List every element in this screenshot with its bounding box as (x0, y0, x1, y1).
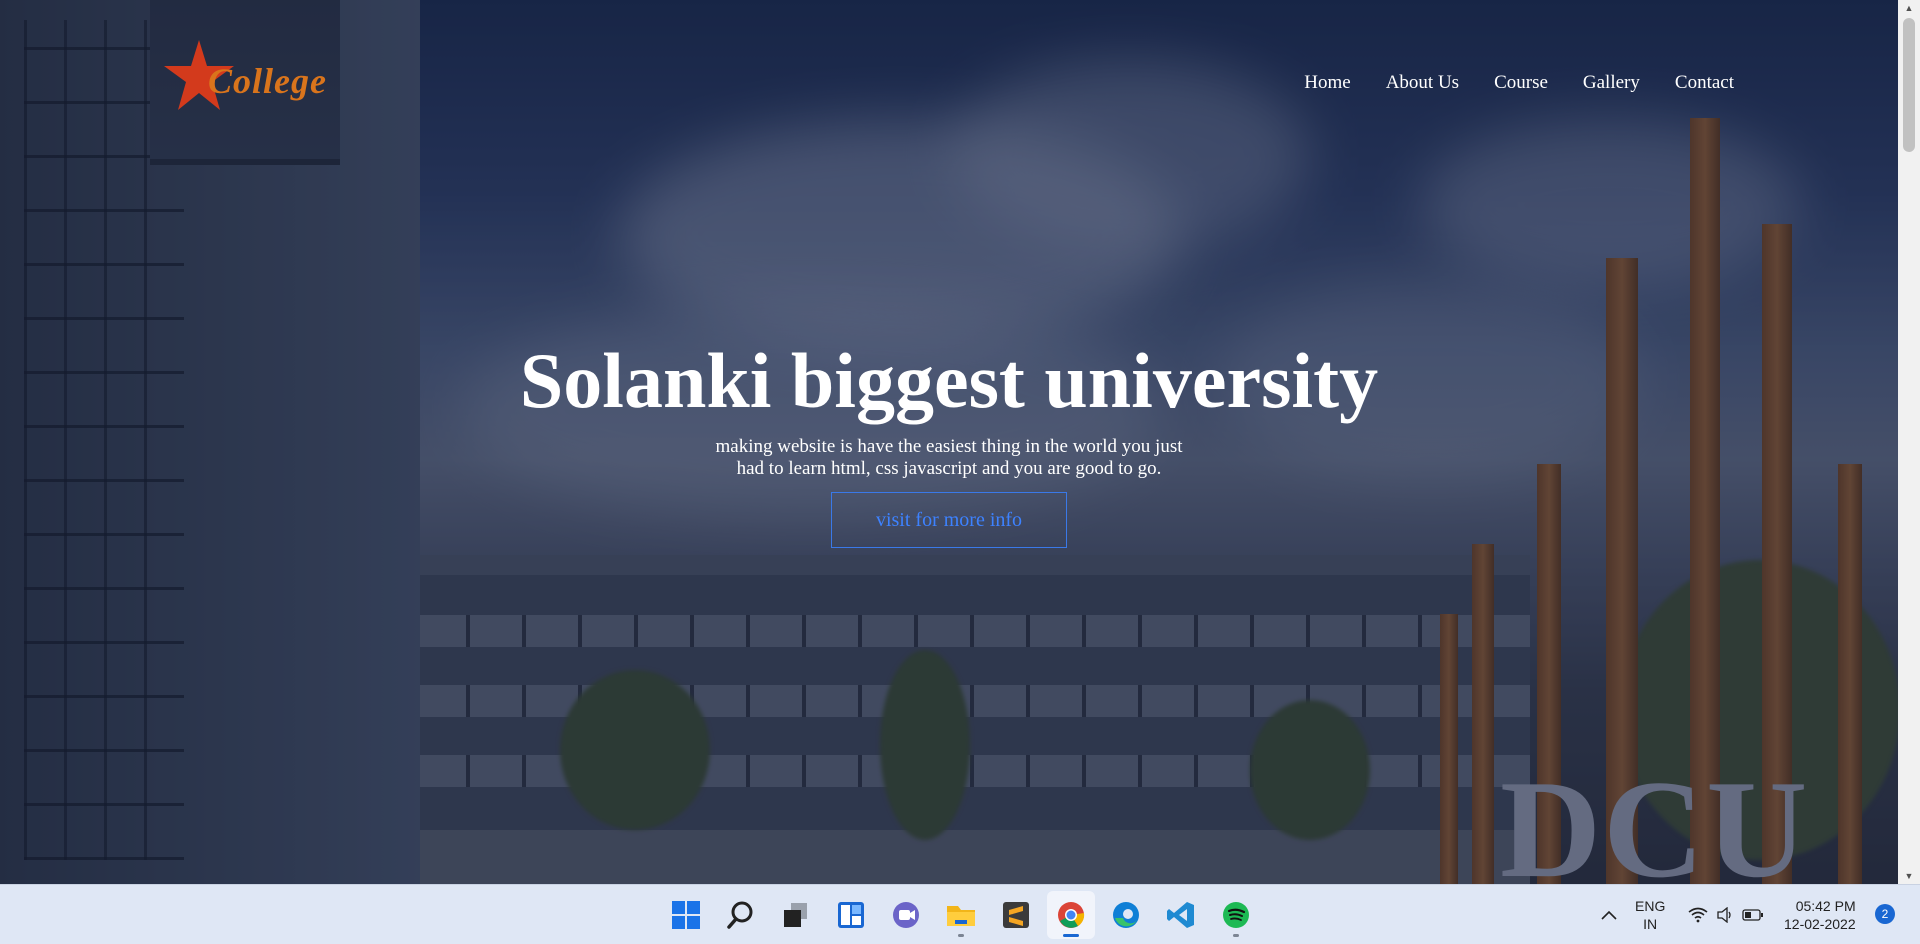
scroll-down-icon[interactable]: ▼ (1898, 868, 1920, 884)
start-icon[interactable] (662, 891, 710, 939)
college-logo[interactable]: College (164, 38, 334, 114)
vscode-icon[interactable] (1157, 891, 1205, 939)
language-indicator[interactable]: ENG IN (1635, 885, 1665, 944)
nav-gallery[interactable]: Gallery (1583, 72, 1640, 94)
task-view-icon[interactable] (772, 891, 820, 939)
nav-course[interactable]: Course (1494, 72, 1548, 94)
hero-title: Solanki biggest university (519, 337, 1379, 424)
language-region: IN (1643, 916, 1658, 932)
widgets-icon[interactable] (827, 891, 875, 939)
hero-subtitle: making website is have the easiest thing… (715, 436, 1183, 479)
volume-icon (1717, 907, 1731, 923)
system-tray-icons[interactable] (1688, 885, 1764, 944)
spotify-icon[interactable] (1212, 891, 1260, 939)
sublime-text-icon[interactable] (992, 891, 1040, 939)
battery-icon (1742, 909, 1763, 921)
clock-date: 12-02-2022 (1784, 916, 1856, 932)
clock-time: 05:42 PM (1795, 898, 1856, 914)
tray-overflow-icon[interactable] (1600, 885, 1618, 944)
nav-about-us[interactable]: About Us (1386, 72, 1459, 94)
scroll-up-icon[interactable]: ▲ (1898, 0, 1920, 16)
browser-viewport: DCU College Home About Us Course Gallery… (0, 0, 1920, 884)
scroll-thumb[interactable] (1903, 18, 1915, 152)
notification-badge[interactable]: 2 (1875, 904, 1895, 924)
nav-home[interactable]: Home (1304, 72, 1350, 94)
clock[interactable]: 05:42 PM 12-02-2022 (1784, 885, 1856, 944)
page-scrollbar[interactable]: ▲ ▼ (1898, 0, 1920, 884)
visit-more-info-button[interactable]: visit for more info (831, 492, 1067, 548)
main-nav: Home About Us Course Gallery Contact (1304, 72, 1734, 94)
chrome-icon[interactable] (1047, 891, 1095, 939)
search-icon[interactable] (717, 891, 765, 939)
nav-contact[interactable]: Contact (1675, 72, 1734, 94)
teams-chat-icon[interactable] (882, 891, 930, 939)
wifi-icon (1688, 907, 1708, 923)
windows-taskbar: ENG IN 05:42 PM 12-02-2022 (0, 884, 1920, 944)
language-code: ENG (1635, 898, 1666, 914)
file-explorer-icon[interactable] (937, 891, 985, 939)
logo-text: College (208, 61, 327, 101)
edge-icon[interactable] (1102, 891, 1150, 939)
